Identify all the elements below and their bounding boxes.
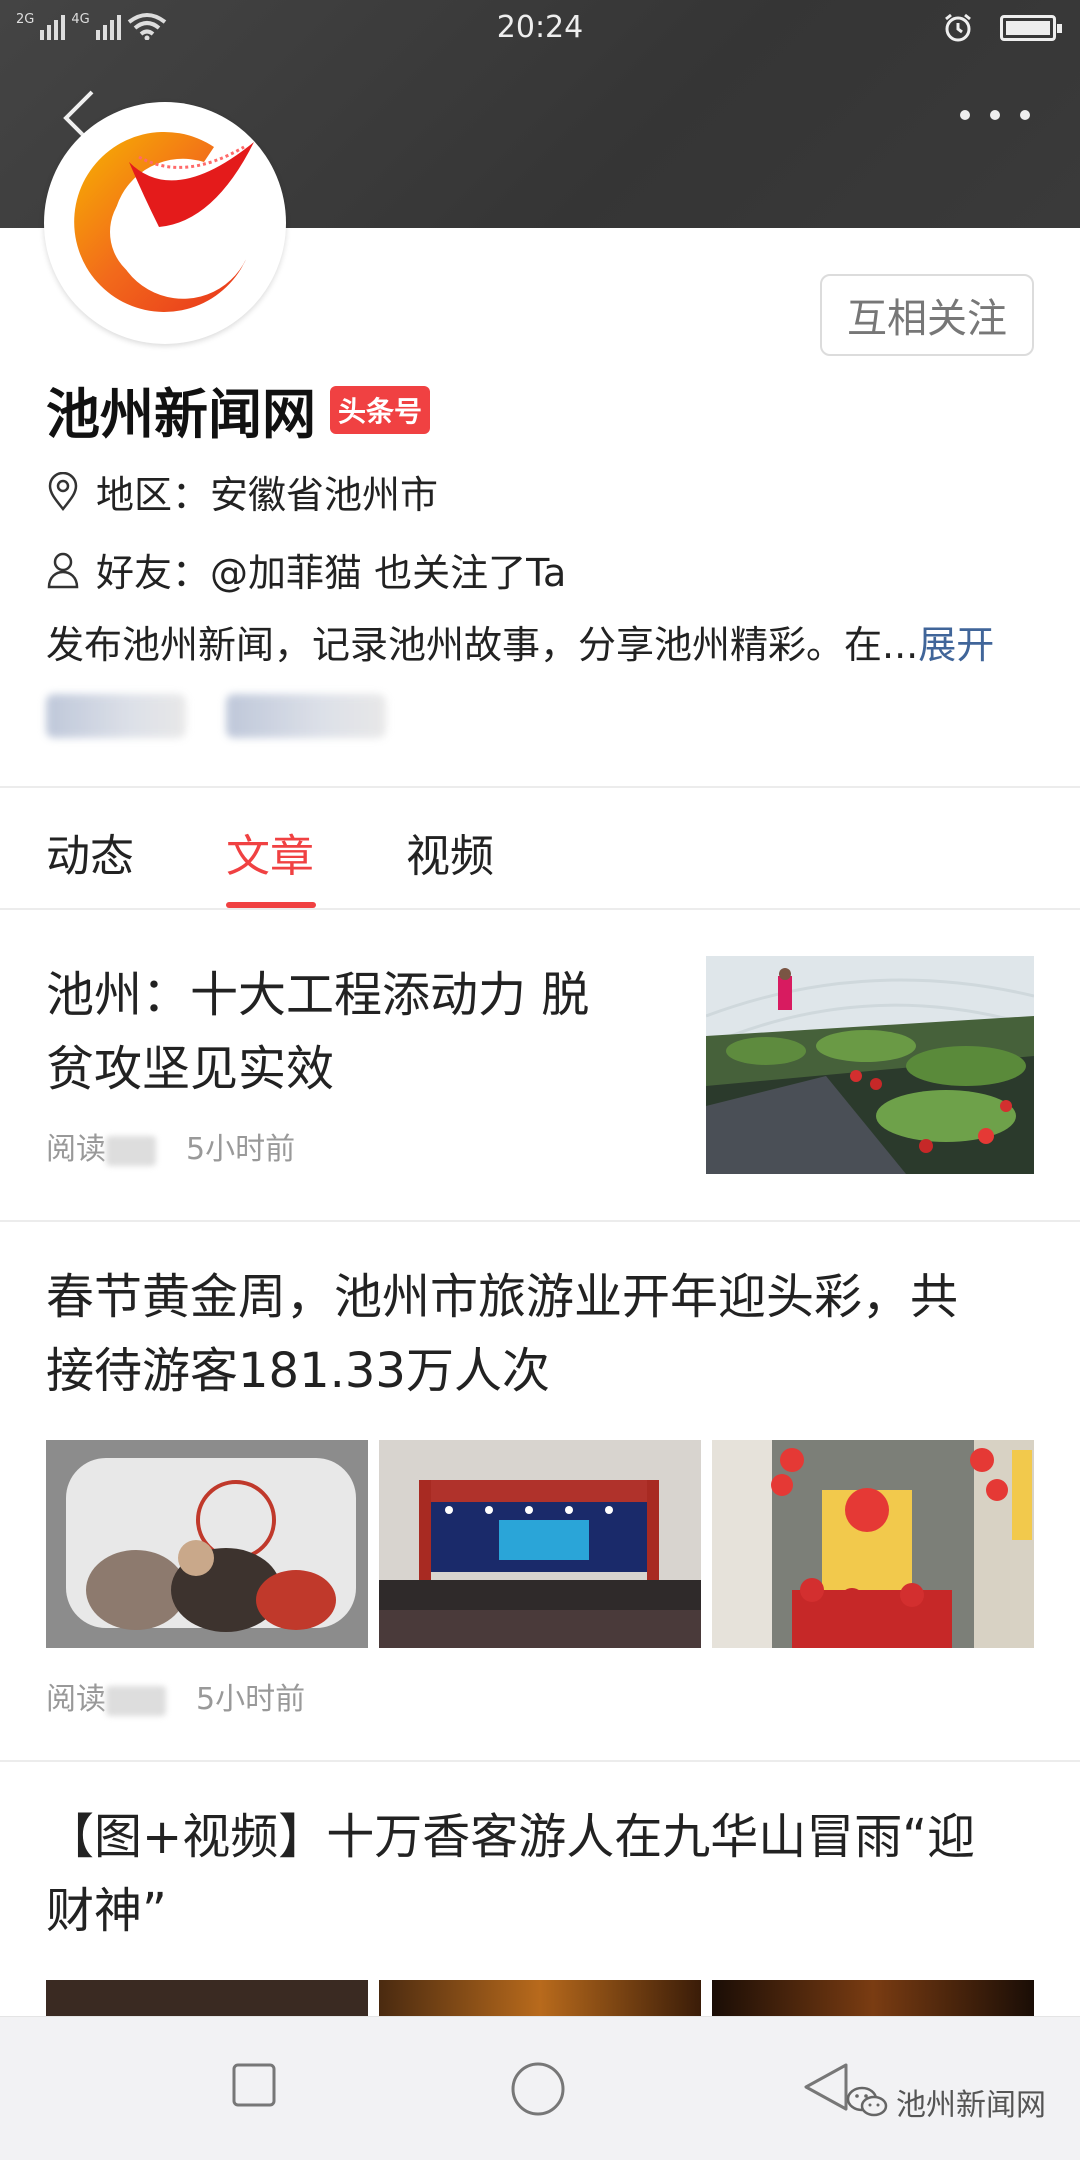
mutual-follow-button[interactable]: 互相关注 (820, 274, 1034, 356)
stats-row (46, 694, 386, 738)
following-stat-blurred[interactable] (226, 694, 386, 738)
description-text: 发布池州新闻，记录池州故事，分享池州精彩。在... (46, 623, 919, 667)
content-tabs: 动态 文章 视频 (0, 790, 1080, 910)
toutiao-badge: 头条号 (330, 385, 431, 434)
location-pin-icon (48, 471, 78, 511)
lion-dance-street-image (712, 1440, 1034, 1648)
friends-row[interactable]: 好友：@加菲猫 也关注了Ta (46, 542, 566, 597)
read-label: 阅读 (46, 1682, 106, 1717)
read-count-blurred (106, 1685, 166, 1716)
region-text: 地区：安徽省池州市 (96, 473, 439, 517)
article-title: 池州：十大工程添动力 脱 贫攻坚见实效 (46, 967, 590, 1097)
train-passengers-image (46, 1440, 368, 1648)
divider (0, 908, 1080, 910)
article-time: 5小时前 (196, 1682, 306, 1717)
article-thumbnail[interactable] (379, 1440, 701, 1648)
avatar[interactable] (44, 102, 286, 344)
friends-text: 好友：@加菲猫 也关注了Ta (96, 551, 567, 595)
watermark: 池州新闻网 (846, 2080, 1046, 2124)
article-thumbnail[interactable] (706, 956, 1034, 1174)
expand-link[interactable]: 展开 (918, 623, 994, 667)
logo-image (47, 105, 283, 341)
person-icon (47, 552, 79, 588)
back-nav-button[interactable] (800, 2061, 852, 2117)
article-thumbnail[interactable] (46, 1980, 368, 2016)
article-thumbnail[interactable] (46, 1440, 368, 1648)
square-icon (232, 2063, 276, 2107)
article-thumbnail[interactable] (712, 1980, 1034, 2016)
divider (0, 1760, 1080, 1762)
read-label: 阅读 (46, 1132, 106, 1167)
watermark-text: 池州新闻网 (896, 2088, 1046, 2123)
wechat-icon (846, 2086, 888, 2117)
article-time: 5小时前 (186, 1132, 296, 1167)
article-thumbnail[interactable] (379, 1980, 701, 2016)
read-count-blurred (106, 1135, 156, 1166)
strawberry-field-image (706, 956, 1034, 1174)
status-bar: 2G 4G 20:24 (0, 0, 1080, 56)
more-dots-icon (960, 110, 970, 120)
article-title: 春节黄金周，池州市旅游业开年迎头彩，共 接待游客181.33万人次 (46, 1269, 959, 1399)
tab-articles[interactable]: 文章 (226, 820, 314, 884)
circle-icon (511, 2062, 565, 2116)
alarm-icon (945, 13, 971, 42)
festival-stage-image (379, 1440, 701, 1648)
home-button[interactable] (510, 2061, 566, 2121)
tab-videos[interactable]: 视频 (406, 820, 494, 884)
region-row: 地区：安徽省池州市 (46, 464, 438, 519)
article-meta: 阅读 5小时前 (46, 1674, 305, 1718)
article-meta: 阅读 5小时前 (46, 1124, 295, 1168)
status-time: 20:24 (496, 10, 584, 45)
followers-stat-blurred[interactable] (46, 694, 186, 738)
recent-apps-button[interactable] (230, 2061, 278, 2113)
profile-name: 池州新闻网 (46, 383, 316, 446)
battery-icon (1000, 15, 1062, 41)
divider (0, 1220, 1080, 1222)
divider (0, 786, 1080, 788)
profile-description: 发布池州新闻，记录池州故事，分享池州精彩。在...展开 (46, 614, 1046, 669)
article-thumbnail[interactable] (712, 1440, 1034, 1648)
tab-dynamics[interactable]: 动态 (46, 820, 134, 884)
article-title: 【图+视频】十万香客游人在九华山冒雨“迎 财神” (46, 1809, 976, 1939)
triangle-back-icon (804, 2063, 848, 2111)
profile-name-row: 池州新闻网 头条号 (46, 370, 431, 449)
more-options-button[interactable] (960, 100, 1030, 130)
